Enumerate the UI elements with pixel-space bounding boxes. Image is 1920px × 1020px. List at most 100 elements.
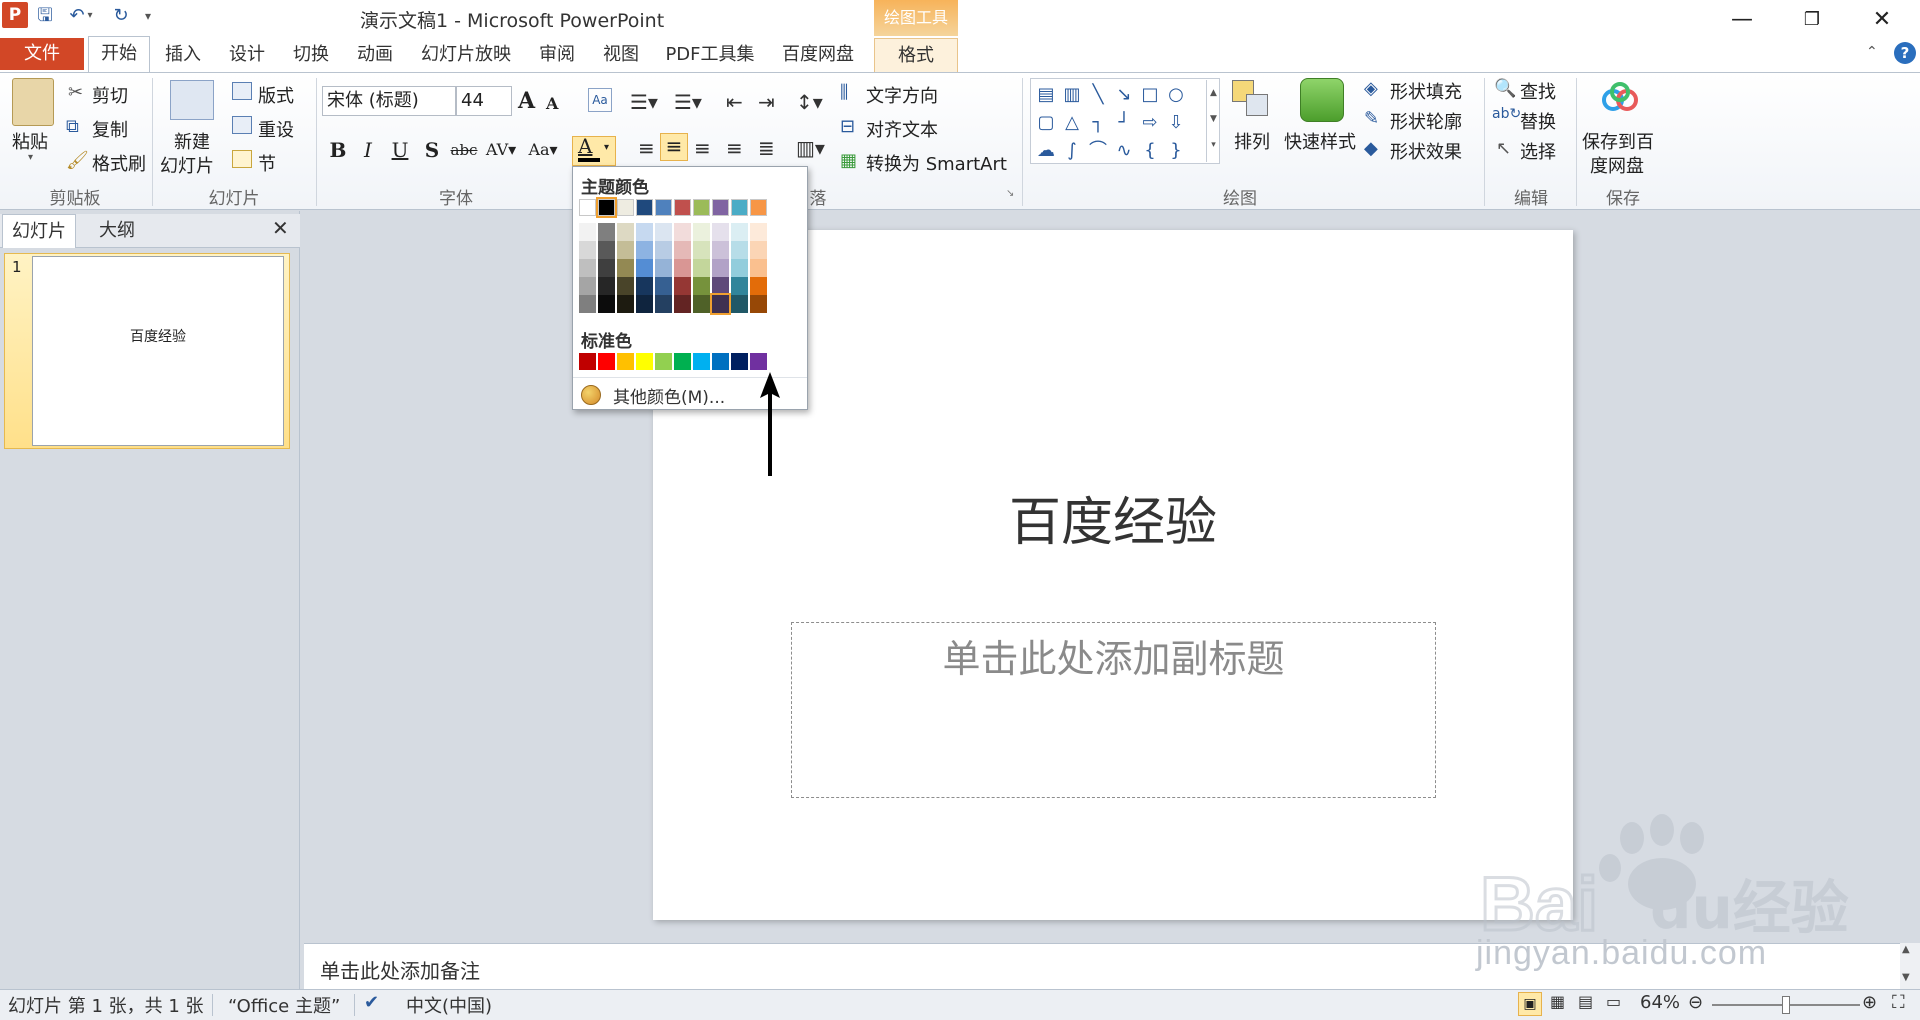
- tab-home[interactable]: 开始: [88, 36, 150, 72]
- slide-sorter-view-icon[interactable]: ▦: [1550, 992, 1565, 1011]
- zoom-slider-thumb[interactable]: [1782, 996, 1790, 1014]
- change-case-icon[interactable]: Aa▾: [524, 136, 562, 164]
- theme-shade-swatch[interactable]: [731, 259, 748, 277]
- text-direction-icon[interactable]: ⫼: [840, 82, 848, 103]
- bold-icon[interactable]: B: [324, 136, 352, 164]
- layout-icon[interactable]: [232, 82, 252, 100]
- theme-shade-swatch[interactable]: [674, 277, 691, 295]
- format-painter-button[interactable]: 格式刷: [92, 150, 146, 176]
- standard-color-swatch[interactable]: [655, 353, 672, 370]
- theme-shade-swatch[interactable]: [636, 259, 653, 277]
- slide-title[interactable]: 百度经验: [653, 480, 1573, 555]
- shape-fill-icon[interactable]: ◈: [1364, 78, 1378, 99]
- right-arrow-shape-icon[interactable]: ⇨: [1137, 111, 1163, 135]
- numbering-icon[interactable]: ☰▾: [674, 90, 702, 114]
- layout-button[interactable]: 版式: [258, 82, 294, 108]
- theme-shade-swatch[interactable]: [750, 295, 767, 313]
- theme-shade-swatch[interactable]: [636, 223, 653, 241]
- shape-fill-button[interactable]: 形状填充: [1390, 78, 1462, 104]
- convert-smartart-button[interactable]: 转换为 SmartArt: [866, 150, 1007, 176]
- theme-shade-swatch[interactable]: [731, 277, 748, 295]
- tab-format[interactable]: 格式: [874, 38, 958, 72]
- arc-shape-icon[interactable]: ⌒: [1085, 139, 1111, 163]
- theme-shade-swatch[interactable]: [674, 223, 691, 241]
- theme-shade-swatch[interactable]: [655, 277, 672, 295]
- theme-shade-swatch[interactable]: [579, 223, 596, 241]
- find-button[interactable]: 查找: [1520, 78, 1556, 104]
- theme-shade-swatch[interactable]: [598, 295, 615, 313]
- theme-shade-swatch[interactable]: [693, 295, 710, 313]
- elbow-arrow-shape-icon[interactable]: ┘: [1111, 111, 1137, 135]
- more-colors-item[interactable]: 其他颜色(M)...: [613, 383, 725, 408]
- theme-shade-swatch[interactable]: [693, 277, 710, 295]
- theme-shade-swatch[interactable]: [579, 241, 596, 259]
- new-slide-button-line2[interactable]: 幻灯片: [160, 152, 214, 178]
- align-center-icon[interactable]: ≡: [660, 133, 688, 161]
- right-brace-shape-icon[interactable]: }: [1163, 139, 1189, 163]
- character-spacing-icon[interactable]: AV▾: [484, 136, 518, 164]
- cut-button[interactable]: 剪切: [92, 82, 128, 108]
- reading-view-icon[interactable]: ▤: [1578, 992, 1593, 1011]
- theme-color-swatch[interactable]: [750, 199, 767, 216]
- close-icon[interactable]: ✕: [1854, 2, 1910, 38]
- baidu-netdisk-icon[interactable]: [1600, 82, 1640, 116]
- theme-color-swatch[interactable]: [712, 199, 729, 216]
- fit-to-window-icon[interactable]: ⛶: [1892, 992, 1905, 1013]
- columns-icon[interactable]: ▥▾: [796, 136, 825, 160]
- replace-button[interactable]: 替换: [1520, 108, 1556, 134]
- theme-color-swatch[interactable]: [674, 199, 691, 216]
- smartart-icon[interactable]: ▦: [840, 150, 857, 171]
- theme-shade-swatch[interactable]: [617, 295, 634, 313]
- theme-shade-swatch[interactable]: [731, 223, 748, 241]
- theme-shade-swatch[interactable]: [712, 241, 729, 259]
- strikethrough-icon[interactable]: abc: [450, 136, 478, 164]
- language-status[interactable]: 中文(中国): [406, 992, 492, 1018]
- theme-shade-swatch[interactable]: [617, 277, 634, 295]
- theme-shade-swatch[interactable]: [710, 293, 731, 315]
- theme-color-swatch[interactable]: [617, 199, 634, 216]
- zoom-in-icon[interactable]: ⊕: [1862, 992, 1877, 1013]
- theme-shade-swatch[interactable]: [636, 277, 653, 295]
- standard-color-swatch[interactable]: [674, 353, 691, 370]
- justify-icon[interactable]: ≡: [726, 136, 743, 160]
- theme-shade-swatch[interactable]: [617, 259, 634, 277]
- section-icon[interactable]: [232, 150, 252, 168]
- theme-status[interactable]: “Office 主题”: [228, 992, 340, 1018]
- subtitle-placeholder-text[interactable]: 单击此处添加副标题: [791, 628, 1436, 683]
- shape-outline-icon[interactable]: ✎: [1364, 108, 1379, 129]
- quick-styles-button[interactable]: 快速样式: [1284, 128, 1356, 154]
- restore-icon[interactable]: ❐: [1784, 2, 1840, 38]
- theme-shade-swatch[interactable]: [712, 259, 729, 277]
- new-slide-icon[interactable]: [170, 80, 214, 120]
- theme-shade-swatch[interactable]: [636, 295, 653, 313]
- zoom-out-icon[interactable]: ⊖: [1688, 992, 1703, 1013]
- powerpoint-logo-icon[interactable]: P: [2, 2, 28, 28]
- left-brace-shape-icon[interactable]: {: [1137, 139, 1163, 163]
- tab-slides-pane[interactable]: 幻灯片: [2, 214, 76, 248]
- triangle-shape-icon[interactable]: △: [1059, 111, 1085, 135]
- theme-color-swatch[interactable]: [579, 199, 596, 216]
- customize-qat-icon[interactable]: ▾: [140, 4, 156, 28]
- notes-placeholder[interactable]: 单击此处添加备注: [320, 955, 480, 984]
- save-to-baidu-button-line2[interactable]: 度网盘: [1590, 152, 1644, 178]
- theme-shade-swatch[interactable]: [712, 223, 729, 241]
- theme-shade-swatch[interactable]: [750, 241, 767, 259]
- arrange-button[interactable]: 排列: [1234, 128, 1270, 154]
- slide-thumbnail[interactable]: [32, 256, 284, 446]
- theme-shade-swatch[interactable]: [712, 277, 729, 295]
- theme-shade-swatch[interactable]: [674, 295, 691, 313]
- paragraph-launcher-icon[interactable]: ↘: [1006, 188, 1014, 199]
- shape-effects-icon[interactable]: ◆: [1364, 138, 1378, 159]
- spell-check-icon[interactable]: ✔: [364, 992, 379, 1013]
- textbox-shape-icon[interactable]: ▤: [1033, 83, 1059, 107]
- tab-baidu-netdisk[interactable]: 百度网盘: [776, 38, 860, 72]
- theme-shade-swatch[interactable]: [750, 259, 767, 277]
- tab-view[interactable]: 视图: [596, 38, 646, 72]
- paste-button[interactable]: 粘贴: [12, 128, 48, 154]
- reset-button[interactable]: 重设: [258, 116, 294, 142]
- theme-shade-swatch[interactable]: [617, 223, 634, 241]
- theme-color-swatch[interactable]: [693, 199, 710, 216]
- theme-shade-swatch[interactable]: [693, 223, 710, 241]
- quick-styles-icon[interactable]: [1300, 78, 1344, 122]
- reset-icon[interactable]: [232, 116, 252, 134]
